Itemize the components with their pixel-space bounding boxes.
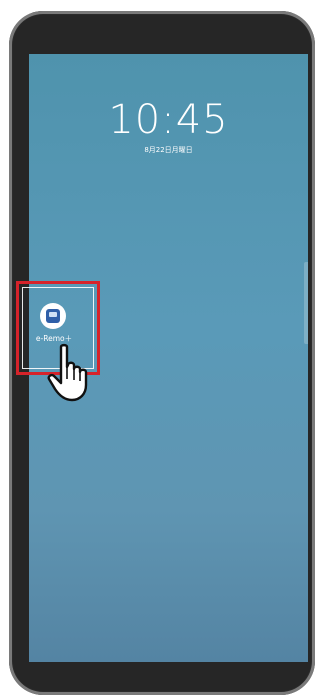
lockscreen-date: 8月22日月曜日: [144, 146, 193, 154]
e-remo-glyph-icon: [46, 309, 60, 323]
lockscreen-clock: 10:45: [108, 97, 229, 143]
e-remo-app-icon[interactable]: [40, 303, 66, 329]
hand-pointer-icon: [47, 343, 88, 402]
edge-panel-handle[interactable]: [304, 262, 308, 344]
